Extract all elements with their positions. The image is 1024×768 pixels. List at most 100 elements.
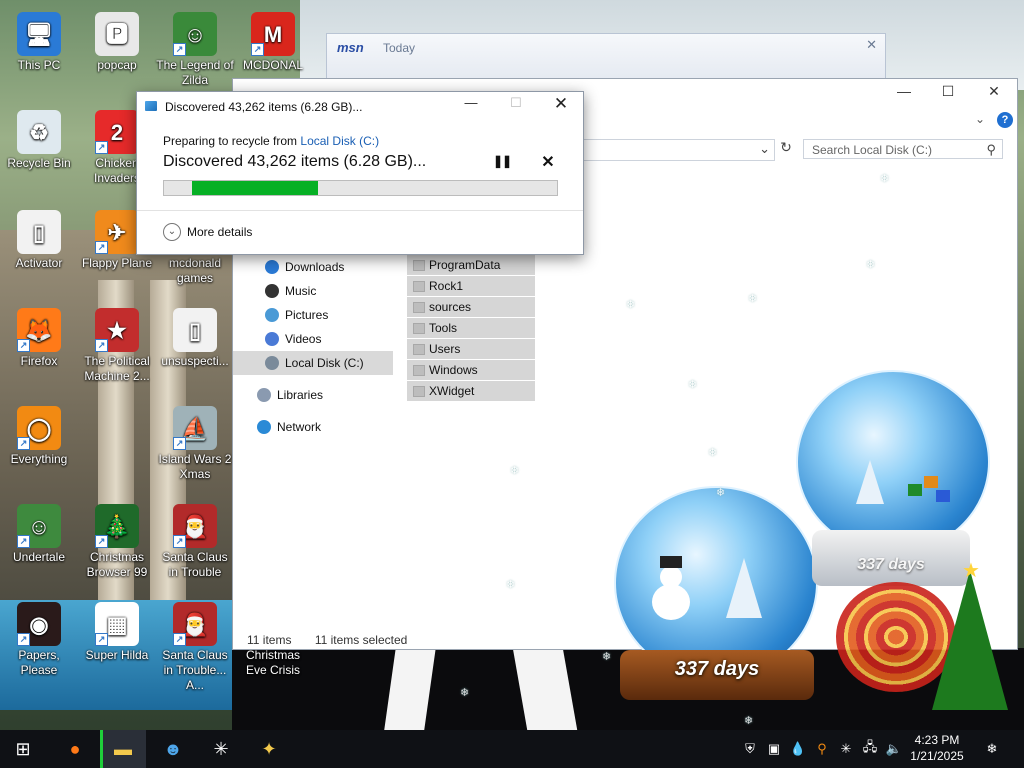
file-explorer-icon[interactable]: ▬ [100,730,146,768]
close-button[interactable]: ✕ [979,83,1009,100]
chevron-down-icon[interactable]: ⌄ [759,141,770,157]
refresh-icon[interactable]: ↻ [777,139,795,159]
start-button[interactable]: ⊞ [0,730,46,768]
msn-title: Today [383,41,416,55]
nav-item-label: Local Disk (C:) [285,356,364,370]
desktop-icon-image: 🎅 ↗ [173,504,217,548]
address-bar[interactable]: ⌄ [563,139,775,161]
desktop-icon[interactable]: 🦊 ↗ Firefox [0,304,78,369]
status-bar: 11 items 11 items selected [247,633,427,647]
snowflake-icon: ❄ [708,447,718,459]
tray-search-icon[interactable]: ⚲ [812,730,832,768]
tray-droplet-icon[interactable]: 💧 [788,730,808,768]
desktop-icon[interactable]: ▯ unsuspecti... [156,304,234,369]
nav-top-icon [257,420,271,434]
search-placeholder: Search Local Disk (C:) [812,143,933,157]
desktop-icon[interactable]: ◉ ↗ Papers, Please [0,598,78,678]
desktop-icon[interactable]: 🎄 ↗ Christmas Browser 99 [78,500,156,580]
shortcut-arrow-icon: ↗ [17,535,30,548]
desktop-icon[interactable]: ☺ ↗ Undertale [0,500,78,565]
snowflake-app-icon[interactable]: ✳ [198,730,244,768]
desktop-icon[interactable]: ☺ ↗ The Legend of Zilda [156,8,234,88]
people-app-icon[interactable]: ☻ [150,730,196,768]
nav-item[interactable]: Music [233,279,393,303]
desktop-icon[interactable]: ⛵ ↗ Island Wars 2 Xmas [156,402,234,482]
nav-item-label: Videos [285,332,322,346]
firefox-icon[interactable]: ● [52,730,98,768]
more-details-button[interactable]: More details [187,225,252,239]
desktop-icon-label: This PC [17,58,61,72]
maximize-button[interactable]: ☐ [933,83,963,100]
desktop-icon[interactable]: M ↗ MCDONAL [234,8,312,73]
file-row[interactable]: Tools [407,318,535,338]
desktop-icon[interactable]: 🎅 ↗ Santa Claus in Trouble... A... [156,598,234,693]
shortcut-arrow-icon: ↗ [95,339,108,352]
shortcut-arrow-icon: ↗ [17,633,30,646]
file-row[interactable]: Rock1 [407,276,535,296]
nav-item[interactable]: Videos [233,327,393,351]
desktop-icon-label: Santa Claus in Trouble [162,550,228,579]
help-icon[interactable]: ? [997,112,1013,128]
desktop-icon-image: ☺ ↗ [173,12,217,56]
desktop-icon-image: 🎄 ↗ [95,504,139,548]
recycle-progress-dialog[interactable]: Discovered 43,262 items (6.28 GB)... — ☐… [136,91,584,255]
desktop-icon-label: Santa Claus in Trouble... A... [162,648,228,692]
close-icon[interactable]: ✕ [866,37,877,53]
search-icon[interactable]: ⚲ [986,140,996,160]
minimize-button[interactable]: — [889,83,919,99]
desktop-icon-label: Firefox [20,354,58,368]
notification-icon[interactable]: ❄ [980,730,1004,768]
snowflake-icon: ❄ [748,293,758,305]
file-row[interactable]: XWidget [407,381,535,401]
snowflake-icon: ❄ [626,299,636,311]
desktop-icon-label: Christmas Eve Crisis [245,648,300,677]
shortcut-arrow-icon: ↗ [251,43,264,56]
nav-item[interactable]: Downloads [233,255,393,279]
search-input[interactable]: Search Local Disk (C:) ⚲ [803,139,1003,159]
source-link[interactable]: Local Disk (C:) [300,134,379,148]
desktop-icon-label: MCDONAL [242,58,303,72]
cancel-button[interactable]: ✕ [539,152,557,172]
tray-app-icon[interactable]: ▣ [764,730,784,768]
desktop-icon[interactable]: ▯ Activator [0,206,78,271]
desktop-icon-label: unsuspecti... [161,354,229,368]
network-icon[interactable]: 🖧 [860,730,880,768]
desktop-icon[interactable]: 🎅 ↗ Santa Claus in Trouble [156,500,234,580]
msn-gadget[interactable]: msn Today ✕ [326,33,886,83]
clock[interactable]: 4:23 PM 1/21/2025 [906,732,968,764]
magic-wand-icon[interactable]: ✦ [246,730,292,768]
desktop-icon[interactable]: ▦ ↗ Super Hilda [78,598,156,663]
desktop-icon[interactable]: ◯ ↗ Everything [0,402,78,467]
tray-security-icon[interactable]: ⛨ [740,730,760,768]
tray-snowflake-icon[interactable]: ✳ [836,730,856,768]
nav-top-item[interactable]: Network [233,415,393,439]
volume-icon[interactable]: 🔈 [884,730,904,768]
navigation-pane: Downloads Music Pictures Videos Local Disk (… [233,255,393,447]
nav-top-item[interactable]: Libraries [233,383,393,407]
desktop-icon-image: ☺ ↗ [17,504,61,548]
chevron-down-icon[interactable]: ⌄ [163,223,181,241]
folder-icon [413,386,425,397]
desktop-icon[interactable]: ★ ↗ The Political Machine 2... [78,304,156,384]
file-row[interactable]: Windows [407,360,535,380]
desktop-icon[interactable]: ♻ Recycle Bin [0,106,78,171]
snow-globe-right[interactable] [796,370,990,554]
folder-icon [413,365,425,376]
minimize-button[interactable]: — [457,95,485,110]
desktop-icon[interactable]: 🅿popcap [78,8,156,73]
nav-item-icon [265,260,279,274]
nav-item[interactable]: Local Disk (C:) [233,351,393,375]
close-button[interactable]: ✕ [547,94,575,114]
pause-button[interactable]: ❚❚ [493,154,512,168]
shortcut-arrow-icon: ↗ [95,141,108,154]
nav-top-icon [257,388,271,402]
chevron-down-icon[interactable]: ⌄ [975,112,985,126]
file-row[interactable]: ProgramData [407,255,535,275]
nav-item[interactable]: Pictures [233,303,393,327]
desktop-icon[interactable]: 🖥 This PC [0,8,78,73]
file-row[interactable]: Users [407,339,535,359]
file-name: Users [429,342,461,356]
file-row[interactable]: sources [407,297,535,317]
shortcut-arrow-icon: ↗ [17,339,30,352]
desktop-icon-label: Recycle Bin [7,156,71,170]
